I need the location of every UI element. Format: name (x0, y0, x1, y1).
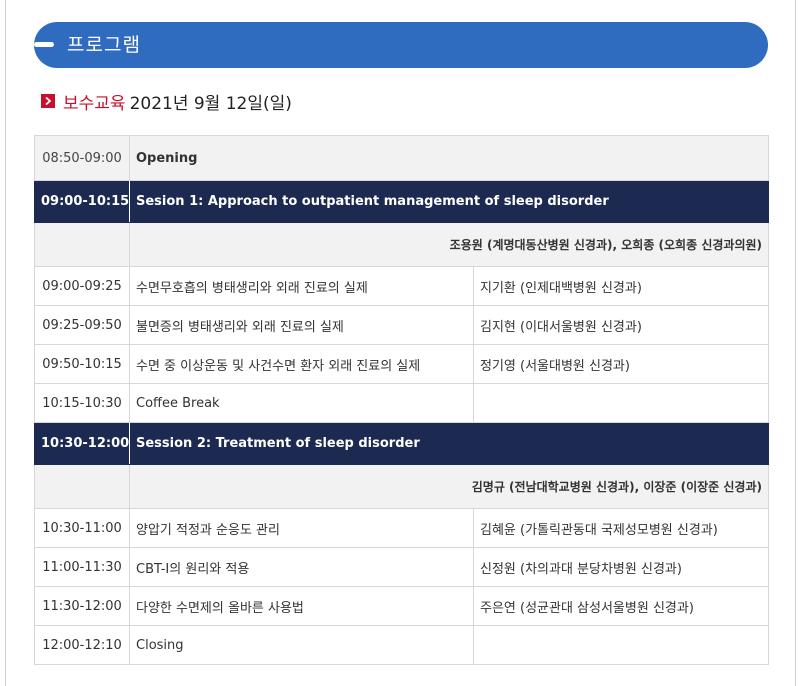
empty-cell (34, 222, 130, 267)
title-cell: Opening (128, 135, 770, 181)
session-title-cell: Sesion 1: Approach to outpatient managem… (128, 180, 770, 223)
talk-title-cell: 수면 중 이상운동 및 사건수면 환자 외래 진료의 실제 (129, 344, 474, 384)
empty-cell (472, 625, 770, 665)
table-row: 09:50-10:15 수면 중 이상운동 및 사건수면 환자 외래 진료의 실… (34, 344, 770, 384)
talk-title-cell: Closing (129, 625, 474, 665)
time-cell: 11:00-11:30 (34, 547, 130, 587)
section-title: 프로그램 (67, 34, 141, 56)
session-time-cell: 09:00-10:15 (34, 180, 130, 223)
speaker-cell: 정기영 (서울대병원 신경과) (472, 344, 770, 384)
empty-cell (34, 464, 130, 509)
table-row-chair-1: 조용원 (계명대동산병원 신경과), 오희종 (오희종 신경과의원) (34, 222, 770, 267)
time-cell: 11:30-12:00 (34, 586, 130, 626)
chair-cell: 조용원 (계명대동산병원 신경과), 오희종 (오희종 신경과의원) (128, 222, 770, 267)
table-row-closing: 12:00-12:10 Closing (34, 625, 770, 665)
table-row: 11:00-11:30 CBT-I의 원리와 적용 신정원 (차의과대 분당차병… (34, 547, 770, 587)
table-row-session-1: 09:00-10:15 Sesion 1: Approach to outpat… (34, 180, 770, 223)
chair-cell: 김명규 (전남대학교병원 신경과), 이장준 (이장준 신경과) (128, 464, 770, 509)
speaker-cell: 주은연 (성균관대 삼성서울병원 신경과) (472, 586, 770, 626)
table-row-break: 10:15-10:30 Coffee Break (34, 383, 770, 423)
session-title-cell: Session 2: Treatment of sleep disorder (128, 422, 770, 465)
program-table: 08:50-09:00 Opening 09:00-10:15 Sesion 1… (34, 135, 770, 665)
table-row: 11:30-12:00 다양한 수면제의 올바른 사용법 주은연 (성균관대 삼… (34, 586, 770, 626)
talk-title-cell: CBT-I의 원리와 적용 (129, 547, 474, 587)
dash-icon (34, 42, 54, 47)
time-cell: 12:00-12:10 (34, 625, 130, 665)
subtitle-date: 2021년 9월 12일(일) (129, 93, 292, 114)
empty-cell (472, 383, 770, 423)
table-row: 09:00-09:25 수면무호흡의 병태생리와 외래 진료의 실제 지기환 (… (34, 266, 770, 306)
talk-title-cell: 불면증의 병태생리와 외래 진료의 실제 (129, 305, 474, 345)
time-cell: 08:50-09:00 (34, 135, 130, 181)
chevron-right-icon (41, 94, 55, 108)
talk-title-cell: 다양한 수면제의 올바른 사용법 (129, 586, 474, 626)
talk-title-cell: 수면무호흡의 병태생리와 외래 진료의 실제 (129, 266, 474, 306)
speaker-cell: 지기환 (인제대백병원 신경과) (472, 266, 770, 306)
talk-title-cell: Coffee Break (129, 383, 474, 423)
table-row-session-2: 10:30-12:00 Session 2: Treatment of slee… (34, 422, 770, 465)
talk-title-cell: 양압기 적정과 순응도 관리 (129, 508, 474, 548)
time-cell: 09:00-09:25 (34, 266, 130, 306)
speaker-cell: 신정원 (차의과대 분당차병원 신경과) (472, 547, 770, 587)
speaker-cell: 김혜윤 (가톨릭관동대 국제성모병원 신경과) (472, 508, 770, 548)
event-subtitle: 보수교육 2021년 9월 12일(일) (41, 89, 292, 114)
time-cell: 09:50-10:15 (34, 344, 130, 384)
table-row: 10:30-11:00 양압기 적정과 순응도 관리 김혜윤 (가톨릭관동대 국… (34, 508, 770, 548)
table-row-opening: 08:50-09:00 Opening (34, 135, 770, 181)
speaker-cell: 김지현 (이대서울병원 신경과) (472, 305, 770, 345)
section-header: 프로그램 (34, 22, 768, 68)
time-cell: 09:25-09:50 (34, 305, 130, 345)
time-cell: 10:15-10:30 (34, 383, 130, 423)
session-time-cell: 10:30-12:00 (34, 422, 130, 465)
table-row: 09:25-09:50 불면증의 병태생리와 외래 진료의 실제 김지현 (이대… (34, 305, 770, 345)
subtitle-label: 보수교육 (63, 93, 126, 114)
time-cell: 10:30-11:00 (34, 508, 130, 548)
table-row-chair-2: 김명규 (전남대학교병원 신경과), 이장준 (이장준 신경과) (34, 464, 770, 509)
